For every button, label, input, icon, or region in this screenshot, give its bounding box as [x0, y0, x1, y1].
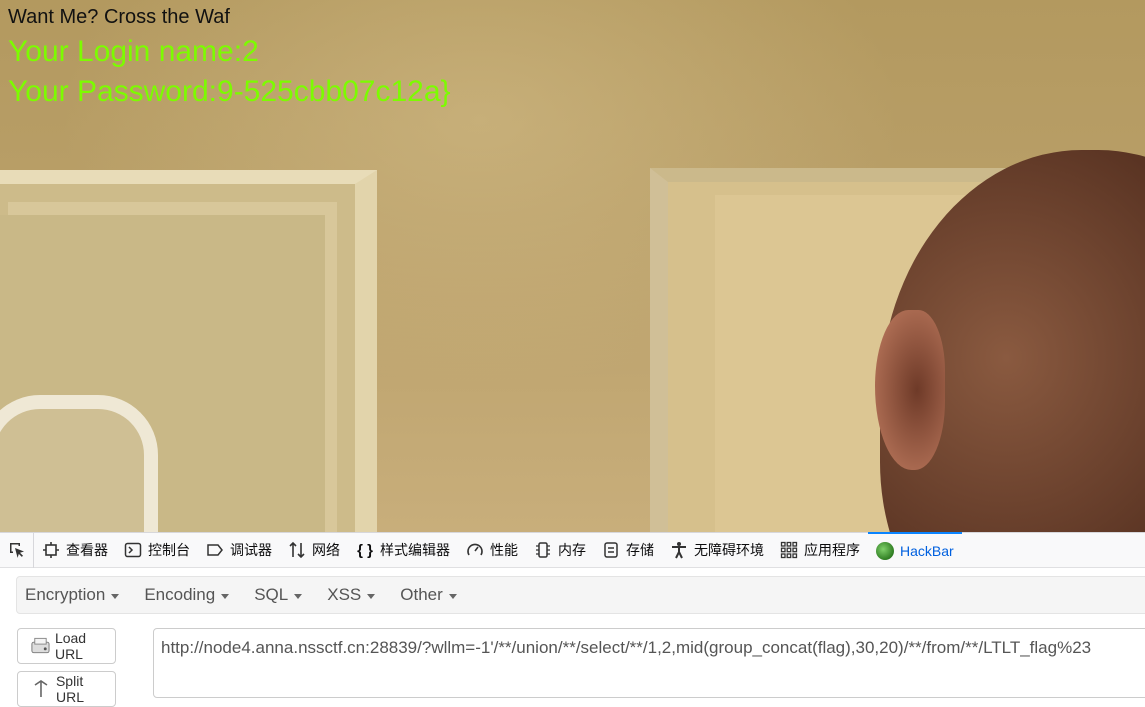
devtools-toolbar: 查看器 控制台 调试器 网络 { } 样式编辑器 性能 内存 存储 无障碍环境 … — [0, 532, 1145, 568]
menu-label: SQL — [254, 585, 289, 604]
tab-label: 调试器 — [230, 542, 272, 558]
load-url-label: Load URL — [54, 630, 87, 662]
menu-xss[interactable]: XSS — [319, 585, 383, 605]
accessibility-icon — [670, 541, 688, 559]
memory-icon — [534, 541, 552, 559]
menu-label: Encoding — [144, 585, 216, 604]
tab-console[interactable]: 控制台 — [116, 532, 198, 568]
tab-label: 应用程序 — [804, 542, 860, 558]
tab-label: 内存 — [558, 542, 586, 558]
tab-label: 样式编辑器 — [380, 542, 450, 558]
split-url-label: Split URL — [55, 673, 84, 705]
menu-encoding[interactable]: Encoding — [136, 585, 237, 605]
split-url-icon — [34, 680, 48, 697]
tab-label: 存储 — [626, 542, 654, 558]
menu-label: Other — [400, 585, 443, 604]
tab-inspector[interactable]: 查看器 — [34, 532, 116, 568]
tab-label: 网络 — [312, 542, 340, 558]
chevron-down-icon — [294, 593, 303, 599]
element-picker-button[interactable] — [0, 532, 34, 568]
style-editor-icon: { } — [357, 541, 373, 559]
page-heading: Want Me? Cross the Waf — [8, 6, 230, 28]
performance-icon — [466, 541, 484, 559]
tab-label: HackBar — [900, 543, 954, 559]
web-page: Want Me? Cross the Waf Your Login name:2… — [0, 0, 1145, 532]
menu-label: XSS — [327, 585, 362, 604]
element-picker-icon — [9, 543, 24, 558]
url-textarea[interactable]: http://node4.anna.nssctf.cn:28839/?wllm=… — [153, 628, 1145, 698]
tab-style-editor[interactable]: { } 样式编辑器 — [348, 532, 458, 568]
network-icon — [288, 541, 306, 559]
tab-storage[interactable]: 存储 — [594, 532, 662, 568]
tab-hackbar[interactable]: HackBar — [868, 532, 962, 568]
console-icon — [124, 541, 142, 559]
login-name-text: Your Login name:2 — [8, 35, 259, 68]
tab-label: 查看器 — [66, 542, 108, 558]
hackbar-icon — [876, 542, 894, 560]
split-url-button[interactable]: Split URL — [17, 671, 116, 707]
debugger-icon — [206, 541, 224, 559]
tab-label: 性能 — [490, 542, 518, 558]
tab-debugger[interactable]: 调试器 — [198, 532, 280, 568]
menu-other[interactable]: Other — [392, 585, 465, 605]
chevron-down-icon — [367, 593, 376, 599]
storage-icon — [602, 541, 620, 559]
tab-label: 控制台 — [148, 542, 190, 558]
background-person-ear — [875, 310, 945, 470]
menu-encryption[interactable]: Encryption — [17, 585, 127, 605]
password-text: Your Password:9-525cbb07c12a} — [8, 75, 451, 108]
tab-performance[interactable]: 性能 — [458, 532, 526, 568]
tab-application[interactable]: 应用程序 — [772, 532, 868, 568]
chevron-down-icon — [111, 593, 120, 599]
hackbar-menu-bar: Encryption Encoding SQL XSS Other — [16, 576, 1145, 614]
background-headboard — [0, 395, 158, 532]
inspector-icon — [42, 541, 60, 559]
tab-network[interactable]: 网络 — [280, 532, 348, 568]
tab-label: 无障碍环境 — [694, 542, 764, 558]
menu-label: Encryption — [25, 585, 106, 604]
load-url-button[interactable]: Load URL — [17, 628, 116, 664]
application-icon — [780, 541, 798, 559]
menu-sql[interactable]: SQL — [246, 585, 310, 605]
chevron-down-icon — [221, 593, 230, 599]
chevron-down-icon — [448, 593, 457, 599]
tab-accessibility[interactable]: 无障碍环境 — [662, 532, 772, 568]
tab-memory[interactable]: 内存 — [526, 532, 594, 568]
load-url-icon — [31, 637, 50, 654]
